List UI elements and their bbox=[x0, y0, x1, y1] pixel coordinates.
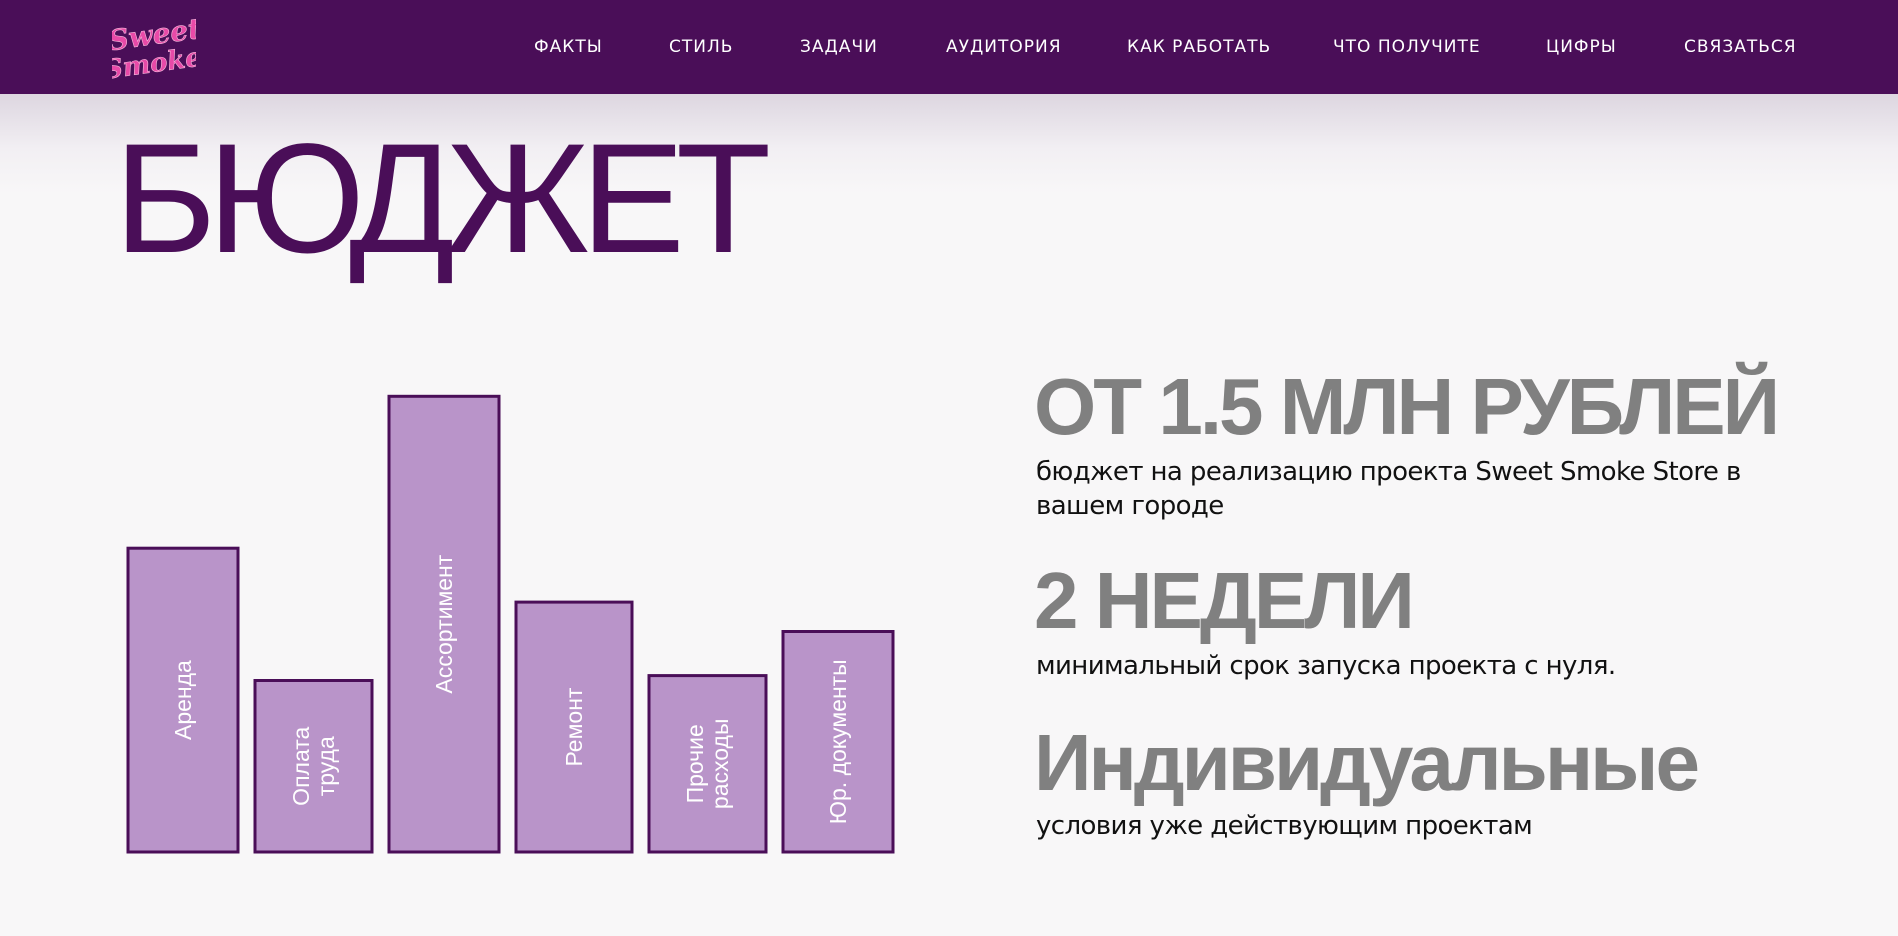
nav-link-numbers[interactable]: ЦИФРЫ bbox=[1546, 0, 1617, 94]
sweet-smoke-logo[interactable]: Sweet Smoke bbox=[112, 14, 196, 80]
bar-label-прочие-расходы: Прочиерасходы bbox=[682, 719, 733, 810]
bar-оплата-труда bbox=[253, 679, 374, 854]
section-title: БЮДЖЕТ bbox=[114, 112, 771, 286]
bar-ассортимент bbox=[387, 394, 501, 854]
bar-юр-документы bbox=[781, 630, 895, 854]
bar-label-аренда: Аренда bbox=[170, 660, 196, 740]
nav-link-audience[interactable]: АУДИТОРИЯ bbox=[946, 0, 1062, 94]
stat-launch-time-description: минимальный срок запуска проекта с нуля. bbox=[1036, 651, 1616, 681]
stat-launch-time-value: 2 НЕДЕЛИ bbox=[1034, 556, 1415, 645]
nav-link-facts[interactable]: ФАКТЫ bbox=[534, 0, 603, 94]
bar-ремонт bbox=[514, 600, 634, 854]
nav-link-how-to-work[interactable]: КАК РАБОТАТЬ bbox=[1127, 0, 1271, 94]
nav-link-style[interactable]: СТИЛЬ bbox=[669, 0, 733, 94]
nav-link-contact[interactable]: СВЯЗАТЬСЯ bbox=[1684, 0, 1797, 94]
stat-conditions-description: условия уже действующим проектам bbox=[1036, 811, 1533, 841]
bar-аренда bbox=[126, 546, 240, 854]
nav-link-what-you-get[interactable]: ЧТО ПОЛУЧИТЕ bbox=[1333, 0, 1481, 94]
nav-link-tasks[interactable]: ЗАДАЧИ bbox=[800, 0, 878, 94]
stat-budget-value: ОТ 1.5 МЛН РУБЛЕЙ bbox=[1034, 362, 1780, 451]
stat-conditions-value: Индивидуальные bbox=[1034, 718, 1700, 807]
bar-label-ассортимент: Ассортимент bbox=[431, 554, 457, 693]
stat-budget-description: бюджет на реализацию проекта Sweet Smoke… bbox=[1036, 457, 1741, 521]
bar-label-ремонт: Ремонт bbox=[561, 687, 587, 766]
bar-прочие-расходы bbox=[647, 674, 768, 854]
bar-label-оплата-труда: Оплататруда bbox=[288, 726, 339, 805]
bar-label-юр-документы: Юр. документы bbox=[825, 659, 851, 824]
